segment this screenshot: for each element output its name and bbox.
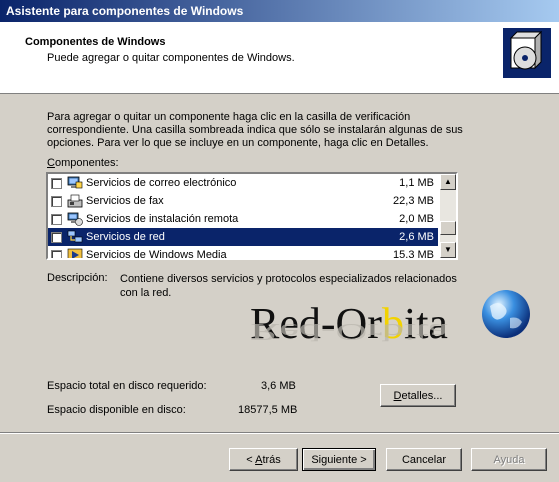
next-button[interactable]: Siguiente >: [302, 448, 376, 471]
disk-required-label: Espacio total en disco requerido:: [47, 380, 207, 392]
page-subtitle: Puede agregar o quitar componentes de Wi…: [47, 52, 295, 64]
component-size: 2,6 MB: [399, 231, 434, 243]
component-checkbox[interactable]: [51, 178, 62, 189]
component-size: 2,0 MB: [399, 213, 434, 225]
page-title: Componentes de Windows: [25, 36, 166, 48]
description-label: Descripción:: [47, 272, 108, 284]
component-size: 1,1 MB: [399, 177, 434, 189]
list-scrollbar[interactable]: ▲ ▼: [440, 174, 456, 258]
component-size: 15,3 MB: [393, 249, 434, 260]
wizard-header: Componentes de Windows Puede agregar o q…: [0, 22, 559, 94]
component-name: Servicios de Windows Media: [86, 249, 227, 260]
component-checkbox[interactable]: [51, 250, 62, 258]
component-row[interactable]: Servicios de correo electrónico 1,1 MB: [48, 174, 438, 192]
scroll-down-button[interactable]: ▼: [440, 242, 456, 258]
mail-server-icon: [67, 176, 83, 190]
disk-available-label: Espacio disponible en disco:: [47, 404, 186, 416]
component-checkbox[interactable]: [51, 232, 62, 243]
scroll-thumb[interactable]: [440, 221, 456, 235]
component-size: 22,3 MB: [393, 195, 434, 207]
windows-components-icon: [503, 28, 551, 78]
network-services-icon: [67, 230, 83, 244]
component-row[interactable]: Servicios de Windows Media 15,3 MB: [48, 246, 438, 260]
components-label: Componentes:: [47, 157, 119, 169]
components-list[interactable]: Servicios de correo electrónico 1,1 MB Ser…: [46, 172, 458, 260]
details-button[interactable]: Detalles...: [380, 384, 456, 407]
component-checkbox[interactable]: [51, 196, 62, 207]
button-separator: [0, 432, 559, 434]
component-name: Servicios de red: [86, 231, 165, 243]
fax-icon: [67, 194, 83, 208]
component-checkbox[interactable]: [51, 214, 62, 225]
help-button[interactable]: Ayuda: [471, 448, 547, 471]
component-row[interactable]: Servicios de instalación remota 2,0 MB: [48, 210, 438, 228]
disk-required-value: 3,6 MB: [261, 380, 296, 392]
title-bar[interactable]: Asistente para componentes de Windows: [0, 0, 559, 22]
instructions-text: Para agregar o quitar un componente haga…: [47, 111, 463, 149]
windows-media-icon: [67, 248, 83, 258]
watermark-logo: Red-Orbita Red-Orbita: [250, 286, 550, 376]
component-row[interactable]: Servicios de fax 22,3 MB: [48, 192, 438, 210]
back-button[interactable]: < Atrás: [229, 448, 298, 471]
scroll-up-button[interactable]: ▲: [440, 174, 456, 190]
disk-available-value: 18577,5 MB: [238, 404, 298, 416]
remote-install-icon: [67, 212, 83, 226]
component-name: Servicios de instalación remota: [86, 213, 239, 225]
watermark-reflection: Red-Orbita: [250, 318, 448, 346]
window-title: Asistente para componentes de Windows: [6, 4, 244, 18]
cancel-button[interactable]: Cancelar: [386, 448, 462, 471]
component-row[interactable]: Servicios de red 2,6 MB: [48, 228, 438, 246]
component-name: Servicios de fax: [86, 195, 164, 207]
globe-icon: [482, 290, 530, 338]
component-name: Servicios de correo electrónico: [86, 177, 237, 189]
